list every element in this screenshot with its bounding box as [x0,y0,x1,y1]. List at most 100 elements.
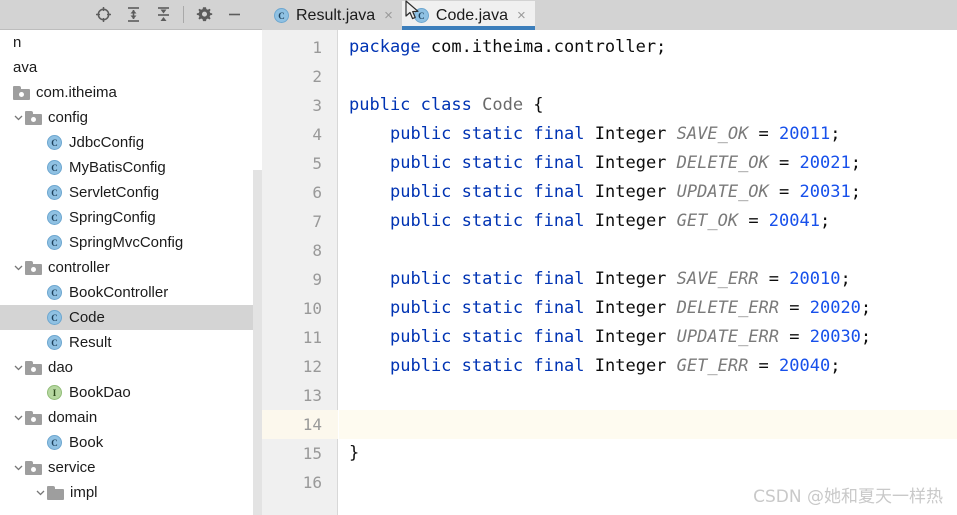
chevron-down-icon[interactable] [12,463,25,472]
code-token-op [451,211,461,231]
code-token-kw: public [390,124,452,144]
code-line[interactable]: public static final Integer SAVE_OK = 20… [339,120,840,149]
code-token-op: ; [830,356,841,376]
project-tree[interactable]: n ava com.itheima config C JdbcConfig C MyBatis… [0,30,262,515]
tree-item-service[interactable]: service [0,455,262,480]
editor-tab-code-java[interactable]: C Code.java × [401,1,535,30]
tree-item-result[interactable]: C Result [0,330,262,355]
tab-close-icon[interactable]: × [517,8,526,23]
code-token-kw: final [533,124,585,144]
code-token-kw: final [533,327,585,347]
tree-item-jdbcconfig[interactable]: C JdbcConfig [0,130,262,155]
code-token-op: Integer [584,327,677,347]
settings-gear-icon[interactable] [189,2,219,28]
code-line[interactable]: } [339,439,359,468]
tree-item-domain[interactable]: domain [0,405,262,430]
code-token-op: = [738,211,769,231]
collapse-all-icon[interactable] [148,2,178,28]
tree-item-n[interactable]: n [0,30,262,55]
code-token-op [451,124,461,144]
line-number: 10 [302,299,322,318]
icon-wrap: C [47,185,62,200]
code-line[interactable]: public static final Integer GET_OK = 200… [339,207,830,236]
tree-item-servletconfig[interactable]: C ServletConfig [0,180,262,205]
minimize-icon[interactable] [219,2,249,28]
code-line[interactable]: public static final Integer DELETE_OK = … [339,149,861,178]
tree-item-mybatisconfig[interactable]: C MyBatisConfig [0,155,262,180]
code-line[interactable] [339,62,349,91]
tree-item-com-itheima[interactable]: com.itheima [0,80,262,105]
tree-item-bookcontroller[interactable]: C BookController [0,280,262,305]
tree-item-code[interactable]: C Code [0,305,262,330]
code-token-const: DELETE_ERR [676,298,780,318]
tree-item-label: ava [13,59,38,76]
java-class-icon: C [47,285,62,300]
tree-vertical-scrollbar[interactable] [253,170,262,515]
code-line[interactable]: public static final Integer UPDATE_ERR =… [339,323,871,352]
line-number: 8 [312,241,322,260]
tree-item-controller[interactable]: controller [0,255,262,280]
tree-item-label: service [48,459,96,476]
code-token-op: ; [860,298,872,318]
code-token-kw: static [461,153,524,173]
editor-tab-result-java[interactable]: C Result.java × [262,1,402,30]
tree-item-book[interactable]: C Book [0,430,262,455]
code-line[interactable]: public static final Integer UPDATE_OK = … [339,178,861,207]
code-token-op: Integer [584,182,677,202]
code-editor[interactable]: package com.itheima.controller; public cl… [262,30,957,515]
code-line[interactable]: public static final Integer SAVE_ERR = 2… [339,265,851,294]
chevron-down-icon[interactable] [12,413,25,422]
code-token-kw: static [461,182,524,202]
tree-item-springmvcconfig[interactable]: C SpringMvcConfig [0,230,262,255]
code-token-op [523,182,533,202]
code-line[interactable]: public class Code { [339,91,544,120]
editor-tabstrip: C Result.java × C Code.java × [262,0,957,30]
chevron-down-icon[interactable] [12,363,25,372]
java-class-icon: C [47,160,62,175]
code-token-kw: static [461,269,524,289]
code-token-op [451,298,461,318]
java-class-icon: C [47,310,62,325]
tree-item-label: controller [48,259,110,276]
tree-item-impl[interactable]: impl [0,480,262,505]
code-token-op: ; [850,182,861,202]
tree-item-dao[interactable]: dao [0,355,262,380]
java-class-icon: C [47,185,62,200]
chevron-down-icon[interactable] [12,113,25,122]
code-token-op: } [349,443,360,463]
code-token-kw: class [420,95,472,115]
folder-icon [47,485,64,500]
line-number: 12 [302,357,322,376]
idea-window: C Result.java × C Code.java × n ava com.itheima… [0,0,957,515]
code-line[interactable] [339,468,349,497]
code-line[interactable]: package com.itheima.controller; [339,33,666,62]
tree-item-label: SpringMvcConfig [69,234,184,251]
expand-all-icon[interactable] [118,2,148,28]
tree-item-config[interactable]: config [0,105,262,130]
line-number: 5 [312,154,322,173]
code-token-kw: static [461,327,524,347]
code-line[interactable] [339,381,349,410]
code-token-op: ; [830,124,841,144]
tree-item-bookdao[interactable]: I BookDao [0,380,262,405]
code-line[interactable]: public static final Integer DELETE_ERR =… [339,294,871,323]
locate-icon[interactable] [88,2,118,28]
tree-item-label: ServletConfig [69,184,160,201]
editor-code-area[interactable]: package com.itheima.controller; public cl… [339,30,957,515]
code-line[interactable] [339,236,349,265]
tree-item-springconfig[interactable]: C SpringConfig [0,205,262,230]
chevron-down-icon[interactable] [12,263,25,272]
java-class-icon: C [413,8,429,23]
code-token-op [523,124,533,144]
code-line[interactable]: public static final Integer GET_ERR = 20… [339,352,840,381]
code-token-kw: public [390,356,452,376]
line-number: 14 [302,415,322,434]
chevron-down-icon[interactable] [34,488,47,497]
line-number: 7 [312,212,322,231]
tree-item-ava[interactable]: ava [0,55,262,80]
package-icon [25,260,42,275]
code-token-kw: public [390,211,452,231]
code-token-op: Integer [584,356,677,376]
code-line[interactable] [339,410,349,439]
tab-close-icon[interactable]: × [384,8,393,23]
